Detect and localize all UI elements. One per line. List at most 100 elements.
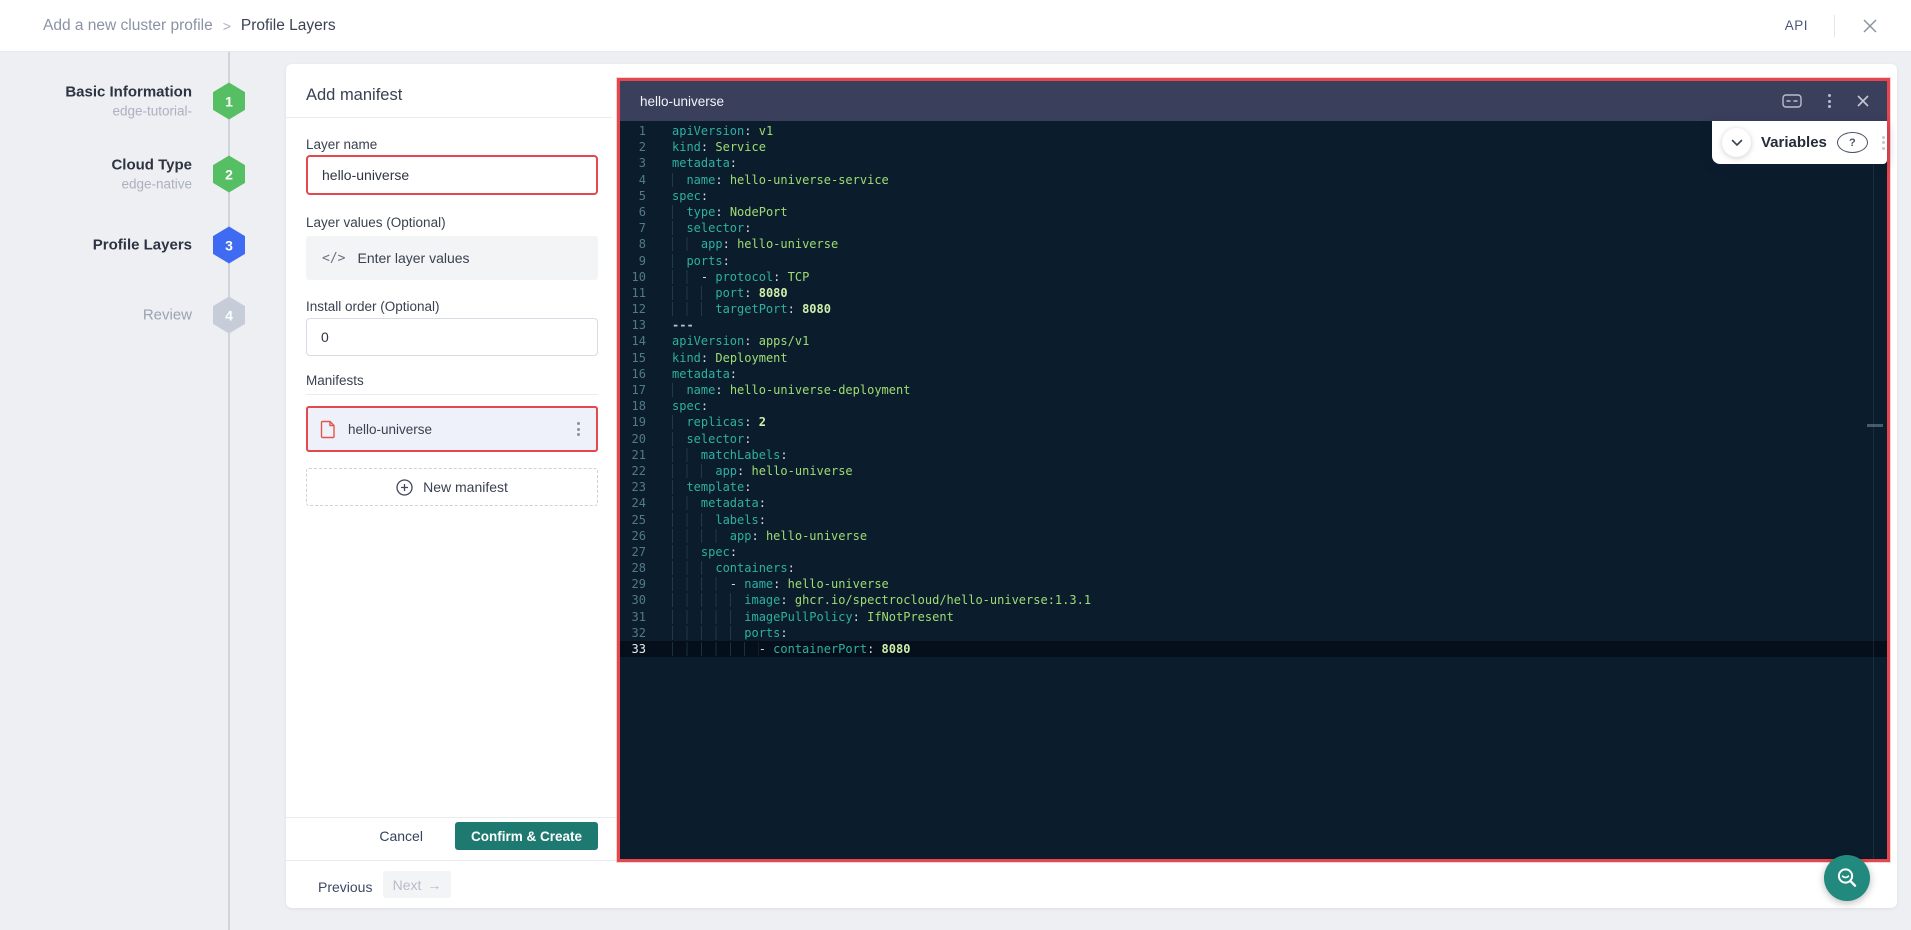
code-line[interactable]: 26 app: hello-universe — [620, 528, 1887, 544]
line-number: 33 — [620, 641, 646, 657]
step-label: Basic Information — [65, 84, 192, 101]
manifest-item-hello-universe[interactable]: hello-universe — [306, 406, 598, 452]
code-line[interactable]: 21 matchLabels: — [620, 447, 1887, 463]
line-number: 26 — [620, 528, 646, 544]
breadcrumb-separator: > — [223, 18, 231, 34]
code-line[interactable]: 32 ports: — [620, 625, 1887, 641]
code-line[interactable]: 30 image: ghcr.io/spectrocloud/hello-uni… — [620, 592, 1887, 608]
step-number-badge: 3 — [213, 227, 245, 264]
line-number: 12 — [620, 301, 646, 317]
manifest-kebab-menu[interactable] — [573, 418, 584, 440]
code-line[interactable]: 22 app: hello-universe — [620, 463, 1887, 479]
cancel-button[interactable]: Cancel — [373, 827, 429, 845]
code-line[interactable]: 20 selector: — [620, 431, 1887, 447]
layer-name-input[interactable] — [306, 155, 598, 195]
code-line[interactable]: 25 labels: — [620, 512, 1887, 528]
code-line[interactable]: 12 targetPort: 8080 — [620, 301, 1887, 317]
enter-layer-values-button[interactable]: </> Enter layer values — [306, 236, 598, 280]
code-line[interactable]: 31 imagePullPolicy: IfNotPresent — [620, 609, 1887, 625]
step-number-badge: 2 — [213, 156, 245, 193]
breadcrumb-current: Profile Layers — [241, 17, 336, 35]
code-line[interactable]: 1apiVersion: v1 — [620, 123, 1887, 139]
new-manifest-button[interactable]: New manifest — [306, 468, 598, 506]
code-line[interactable]: 13--- — [620, 317, 1887, 333]
code-editor-area[interactable]: 1apiVersion: v12kind: Service3metadata:4… — [620, 121, 1887, 859]
code-line[interactable]: 9 ports: — [620, 253, 1887, 269]
line-number: 27 — [620, 544, 646, 560]
header-divider — [1834, 15, 1835, 37]
variables-label: Variables — [1761, 134, 1827, 151]
code-line[interactable]: 4 name: hello-universe-service — [620, 172, 1887, 188]
editor-close-button[interactable] — [1857, 95, 1869, 107]
code-line[interactable]: 29 - name: hello-universe — [620, 576, 1887, 592]
code-line[interactable]: 24 metadata: — [620, 495, 1887, 511]
code-line[interactable]: 10 - protocol: TCP — [620, 269, 1887, 285]
code-line[interactable]: 27 spec: — [620, 544, 1887, 560]
editor-kebab-menu[interactable] — [1824, 90, 1835, 112]
variables-help-button[interactable]: ? — [1837, 132, 1868, 153]
code-line[interactable]: 17 name: hello-universe-deployment — [620, 382, 1887, 398]
line-number: 7 — [620, 220, 646, 236]
layer-values-label: Layer values (Optional) — [306, 215, 446, 230]
code-line[interactable]: 19 replicas: 2 — [620, 414, 1887, 430]
code-line[interactable]: 2kind: Service — [620, 139, 1887, 155]
variables-collapse-button[interactable] — [1722, 128, 1751, 157]
editor-scrollbar[interactable] — [1873, 121, 1874, 859]
stepper-step-review[interactable]: Review4 — [0, 287, 260, 343]
code-line[interactable]: 6 type: NodePort — [620, 204, 1887, 220]
panel-title: Add manifest — [306, 86, 402, 105]
add-cluster-profile-page: Add a new cluster profile > Profile Laye… — [0, 0, 1911, 930]
line-number: 23 — [620, 479, 646, 495]
search-smile-icon — [1835, 866, 1859, 890]
chevron-down-icon — [1731, 139, 1743, 147]
code-line[interactable]: 28 containers: — [620, 560, 1887, 576]
line-number: 2 — [620, 139, 646, 155]
next-button[interactable]: Next → — [383, 871, 451, 898]
line-number: 29 — [620, 576, 646, 592]
code-icon: </> — [322, 251, 345, 266]
line-number: 10 — [620, 269, 646, 285]
install-order-input[interactable] — [306, 318, 598, 356]
install-order-label: Install order (Optional) — [306, 299, 440, 314]
api-link[interactable]: API — [1785, 18, 1808, 33]
manifests-label: Manifests — [306, 373, 364, 388]
line-number: 8 — [620, 236, 646, 252]
code-line[interactable]: 7 selector: — [620, 220, 1887, 236]
editor-header-icons — [1782, 90, 1869, 112]
variables-kebab-menu[interactable] — [1878, 132, 1889, 154]
stepper-step-profile-layers[interactable]: Profile Layers 3 — [0, 217, 260, 273]
breadcrumb: Add a new cluster profile > Profile Laye… — [43, 17, 336, 35]
line-number: 1 — [620, 123, 646, 139]
confirm-create-button[interactable]: Confirm & Create — [455, 822, 598, 850]
step-number-badge: 1 — [213, 83, 245, 120]
code-line[interactable]: 18spec: — [620, 398, 1887, 414]
split-view-icon — [1782, 93, 1802, 109]
line-number: 19 — [620, 414, 646, 430]
code-line[interactable]: 15kind: Deployment — [620, 350, 1887, 366]
arrow-right-icon: → — [427, 877, 441, 893]
code-line[interactable]: 11 port: 8080 — [620, 285, 1887, 301]
code-line[interactable]: 5spec: — [620, 188, 1887, 204]
code-line[interactable]: 8 app: hello-universe — [620, 236, 1887, 252]
stepper-step-basic-information[interactable]: Basic Informationedge-tutorial-1 — [0, 73, 260, 129]
close-icon — [1861, 17, 1879, 35]
line-number: 4 — [620, 172, 646, 188]
breadcrumb-parent[interactable]: Add a new cluster profile — [43, 17, 213, 35]
code-line[interactable]: 14apiVersion: apps/v1 — [620, 333, 1887, 349]
close-wizard-button[interactable] — [1861, 17, 1879, 35]
file-icon — [320, 420, 336, 439]
help-beacon-button[interactable] — [1824, 855, 1870, 901]
step-label: Profile Layers — [93, 237, 192, 254]
code-line[interactable]: 16metadata: — [620, 366, 1887, 382]
next-button-label: Next — [393, 877, 422, 893]
previous-button[interactable]: Previous — [312, 878, 378, 896]
code-line[interactable]: 33 - containerPort: 8080 — [620, 641, 1887, 657]
stepper-step-cloud-type[interactable]: Cloud Typeedge-native2 — [0, 146, 260, 202]
line-number: 15 — [620, 350, 646, 366]
line-number: 24 — [620, 495, 646, 511]
split-view-button[interactable] — [1782, 93, 1802, 109]
line-number: 25 — [620, 512, 646, 528]
code-line[interactable]: 23 template: — [620, 479, 1887, 495]
code-line[interactable]: 3metadata: — [620, 155, 1887, 171]
line-number: 9 — [620, 253, 646, 269]
